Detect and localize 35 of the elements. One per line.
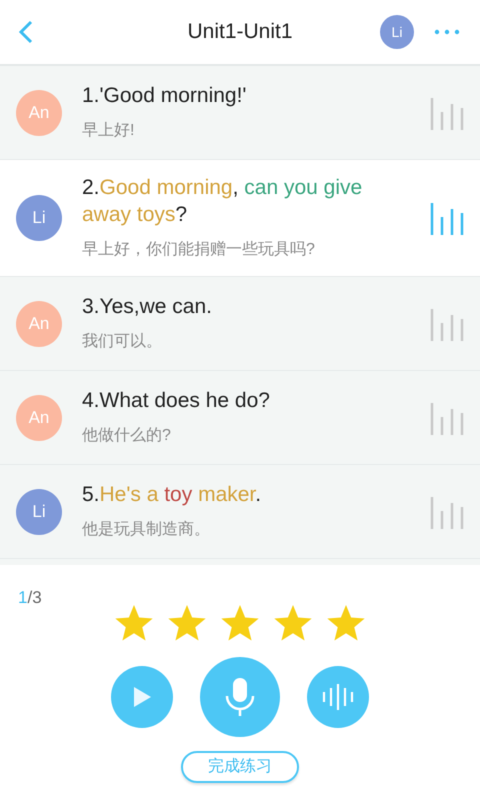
speaker-avatar: Li xyxy=(16,195,62,241)
audio-bars-icon[interactable] xyxy=(430,201,464,235)
page-title: Unit1-Unit1 xyxy=(186,19,294,46)
audio-bars-icon[interactable] xyxy=(430,400,464,434)
chinese-translation: 我们可以。 xyxy=(82,332,163,352)
chinese-translation: 他是玩具制造商。 xyxy=(82,520,211,540)
english-sentence: 1.'Good morning!' xyxy=(82,83,248,109)
page-counter: 1/3 xyxy=(18,587,42,609)
audio-bars-icon[interactable] xyxy=(430,96,464,130)
english-sentence: 3.Yes,we can. xyxy=(82,294,213,320)
speaker-avatar: An xyxy=(16,90,62,136)
star-icon xyxy=(273,605,313,643)
star-icon xyxy=(220,605,260,643)
english-sentence: 2.Good morning, can you give away toys? xyxy=(82,175,364,228)
star-icon xyxy=(167,605,207,643)
star-icon xyxy=(114,605,154,643)
dialogue-row[interactable]: Li 5.He's a toy maker. 他是玩具制造商。 xyxy=(0,465,480,559)
waveform-icon xyxy=(322,683,354,711)
chinese-translation: 早上好! xyxy=(82,120,136,141)
play-icon xyxy=(132,686,152,708)
audio-bars-icon[interactable] xyxy=(430,306,464,340)
english-sentence: 5.He's a toy maker. xyxy=(82,482,262,508)
audio-bars-icon[interactable] xyxy=(430,494,464,528)
english-sentence: 4.What does he do? xyxy=(82,388,271,414)
chinese-translation: 他做什么的? xyxy=(82,426,172,446)
speaker-avatar: An xyxy=(16,394,62,440)
speaker-avatar: An xyxy=(16,300,62,346)
chinese-translation: 早上好，你们能捐赠一些玩具吗? xyxy=(82,240,316,260)
dialogue-row[interactable]: An 1.'Good morning!' 早上好! xyxy=(0,66,480,160)
more-icon[interactable] xyxy=(434,29,460,35)
dialogue-row[interactable]: An 3.Yes,we can. 我们可以。 xyxy=(0,277,480,371)
speaker-avatar: Li xyxy=(16,488,62,534)
dialogue-row[interactable]: An 4.What does he do? 他做什么的? xyxy=(0,371,480,465)
star-icon xyxy=(326,605,366,643)
microphone-icon xyxy=(225,677,255,717)
